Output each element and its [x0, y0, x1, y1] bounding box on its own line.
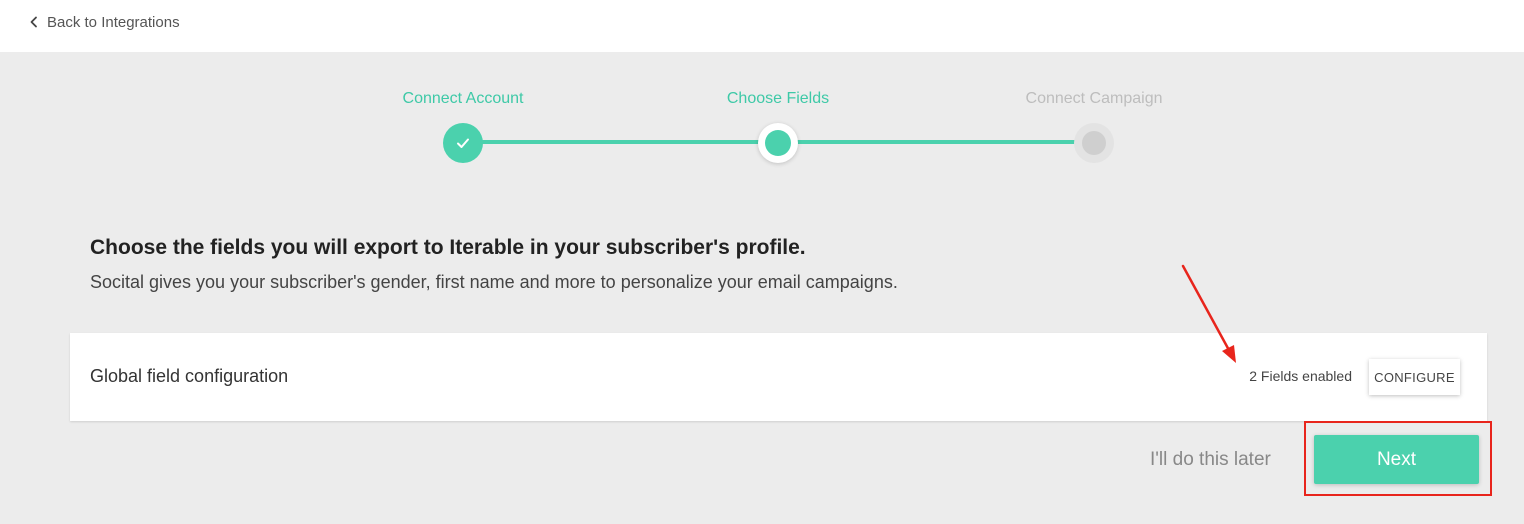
card-title: Global field configuration: [90, 366, 289, 386]
step-dot-connect-campaign: [1074, 123, 1114, 163]
step-label-choose-fields[interactable]: Choose Fields: [727, 90, 829, 108]
step-label-connect-account[interactable]: Connect Account: [403, 90, 524, 108]
check-icon: [457, 138, 469, 148]
stepper-line-completed: [463, 140, 778, 144]
back-link-label: Back to Integrations: [47, 13, 180, 31]
back-to-integrations-link[interactable]: Back to Integrations: [28, 11, 180, 33]
top-bar: Back to Integrations: [0, 0, 1524, 52]
stepper-line-progress: [778, 140, 1078, 144]
step-dot-choose-fields[interactable]: [758, 123, 798, 163]
page-subheading: Socital gives you your subscriber's gend…: [90, 272, 898, 292]
main-content: Connect Account Choose Fields Connect Ca…: [0, 52, 1524, 524]
active-step-indicator: [765, 130, 791, 156]
fields-enabled-count: 2 Fields enabled: [1249, 368, 1352, 384]
configure-button[interactable]: CONFIGURE: [1369, 359, 1460, 395]
pending-step-indicator: [1082, 131, 1106, 155]
step-label-connect-campaign: Connect Campaign: [1025, 90, 1163, 107]
global-field-configuration-card: Global field configuration 2 Fields enab…: [70, 333, 1487, 421]
chevron-left-icon: [30, 16, 37, 28]
do-this-later-link[interactable]: I'll do this later: [1150, 449, 1271, 471]
next-button[interactable]: Next: [1314, 435, 1479, 484]
step-dot-connect-account[interactable]: [443, 123, 483, 163]
page-heading: Choose the fields you will export to Ite…: [90, 236, 806, 259]
